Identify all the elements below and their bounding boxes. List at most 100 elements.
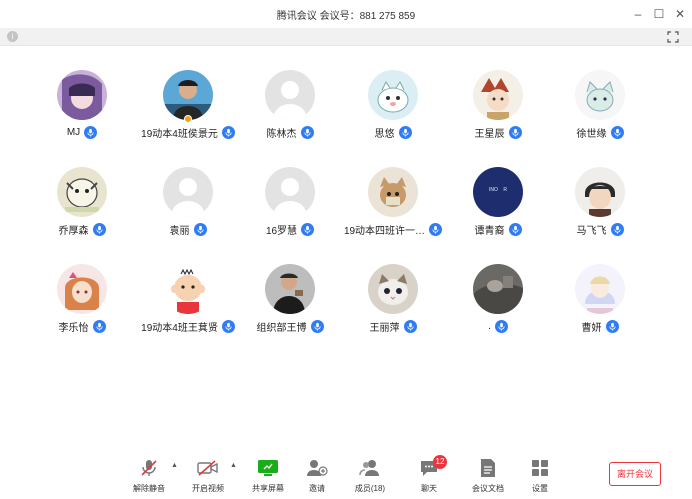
participant-name: 陈林杰 (266, 128, 297, 140)
participant-name: 谭青裔 (474, 225, 505, 237)
participant-name-row: 组织部王博 (230, 318, 350, 334)
invite-label: 邀请 (309, 484, 325, 493)
participant-name: 马飞飞 (576, 225, 607, 237)
avatar (57, 167, 107, 217)
participant-name-row: MJ (22, 124, 142, 140)
unread-badge: 12 (433, 455, 447, 469)
participant-tile[interactable]: 组织部王博 (230, 264, 350, 354)
meeting-info-bar: i (0, 28, 692, 46)
participant-name: 王丽萍 (369, 322, 400, 334)
participant-name-row: 乔厚森 (22, 221, 142, 237)
avatar (57, 264, 107, 314)
mic-icon (508, 222, 522, 236)
participant-name: 组织部王博 (256, 322, 307, 334)
window-title: 腾讯会议 会议号：881 275 859 (276, 11, 416, 22)
mic-icon (92, 222, 106, 236)
avatar-text: INO R (488, 187, 508, 193)
participant-name: 19动本四班许一… (343, 225, 426, 237)
participant-name: 乔厚森 (58, 225, 89, 237)
participant-tile[interactable]: 19动本四班许一… (333, 167, 453, 257)
document-icon (477, 457, 499, 479)
host-badge-icon (184, 115, 192, 123)
participant-name: 徐世缘 (576, 128, 607, 140)
grid-settings-icon (529, 457, 551, 479)
leave-meeting-button[interactable]: 离开会议 (609, 462, 661, 486)
mic-icon (301, 222, 315, 236)
participant-name: 袁丽 (169, 225, 190, 237)
avatar (368, 167, 418, 217)
unmute-label: 解除静音 (133, 484, 165, 493)
mic-icon (92, 319, 106, 333)
mic-icon (193, 222, 207, 236)
meeting-docs-button[interactable]: 会议文档 (463, 457, 513, 495)
participant-tile[interactable]: 思悠 (333, 70, 453, 160)
avatar (57, 70, 107, 120)
share-screen-label: 共享屏幕 (252, 484, 284, 493)
invite-button[interactable]: 邀请 (292, 457, 342, 495)
title-bar: 腾讯会议 会议号：881 275 859 – ☐ ✕ (0, 0, 692, 28)
participant-tile[interactable]: 马飞飞 (540, 167, 660, 257)
video-off-icon (197, 457, 219, 479)
participant-name-row: 徐世缘 (540, 124, 660, 140)
participant-name: 曹妍 (581, 322, 602, 334)
participant-tile[interactable]: 徐世缘 (540, 70, 660, 160)
muted-mic-icon (138, 457, 160, 479)
participant-tile[interactable]: MJ (22, 70, 142, 160)
participant-name-row: 思悠 (333, 124, 453, 140)
mic-icon (84, 125, 98, 139)
participant-tile[interactable]: 乔厚森 (22, 167, 142, 257)
default-avatar (163, 167, 213, 217)
start-video-button[interactable]: 开启视频 (183, 457, 233, 495)
participant-tile[interactable]: 曹妍 (540, 264, 660, 354)
participant-name-row: 16罗慧 (230, 221, 350, 237)
avatar (575, 264, 625, 314)
participant-name: . (488, 320, 491, 332)
avatar (163, 264, 213, 314)
avatar: INO R (473, 167, 523, 217)
avatar (265, 264, 315, 314)
meeting-docs-label: 会议文档 (472, 484, 504, 493)
members-button[interactable]: 成员(18) (345, 457, 395, 495)
participant-name: 王星辰 (474, 128, 505, 140)
chat-button[interactable]: 12 聊天 (404, 455, 454, 495)
participant-tile[interactable]: 16罗慧 (230, 167, 350, 257)
mic-icon (310, 319, 324, 333)
participant-tile[interactable]: 李乐怡 (22, 264, 142, 354)
mic-icon (610, 125, 624, 139)
close-button[interactable]: ✕ (671, 5, 689, 23)
info-icon[interactable]: i (7, 31, 18, 42)
settings-button[interactable]: 设置 (515, 457, 565, 495)
participant-tile[interactable]: 陈林杰 (230, 70, 350, 160)
avatar (473, 264, 523, 314)
minimize-button[interactable]: – (629, 5, 647, 23)
participant-name: 19动本4班侯景元 (141, 128, 218, 140)
participant-name-row: 19动本四班许一… (333, 221, 453, 237)
start-video-label: 开启视频 (192, 484, 224, 493)
chat-label: 聊天 (421, 484, 437, 493)
share-screen-button[interactable]: 共享屏幕 (243, 457, 293, 495)
avatar (575, 167, 625, 217)
mic-icon (610, 222, 624, 236)
mic-icon (398, 125, 412, 139)
participant-name-row: 陈林杰 (230, 124, 350, 140)
meeting-toolbar: 解除静音 ▲ 开启视频 ▲ 共享屏幕 邀请 成员(18) 12 聊天 会议文档 … (0, 452, 692, 499)
fullscreen-icon[interactable] (666, 30, 680, 44)
participant-name: 16罗慧 (265, 225, 298, 237)
video-options-caret[interactable]: ▲ (230, 462, 237, 469)
participant-name: 思悠 (374, 128, 395, 140)
mic-icon (508, 125, 522, 139)
participant-name-row: 王丽萍 (333, 318, 453, 334)
audio-options-caret[interactable]: ▲ (171, 462, 178, 469)
avatar (163, 70, 213, 120)
participant-name: 19动本4班王萁贤 (141, 322, 218, 334)
participant-name: 李乐怡 (58, 322, 89, 334)
settings-label: 设置 (532, 484, 548, 493)
unmute-button[interactable]: 解除静音 (124, 457, 174, 495)
default-avatar (265, 167, 315, 217)
maximize-button[interactable]: ☐ (650, 5, 668, 23)
share-screen-icon (257, 457, 279, 479)
participant-grid: MJ 19动本4班侯景元 陈林杰 思悠 王星辰 徐世缘乔厚森 袁丽 16罗慧 19动本四班许一…… (0, 46, 692, 452)
participant-tile[interactable]: 王丽萍 (333, 264, 453, 354)
add-person-icon (306, 457, 328, 479)
mic-icon (494, 319, 508, 333)
